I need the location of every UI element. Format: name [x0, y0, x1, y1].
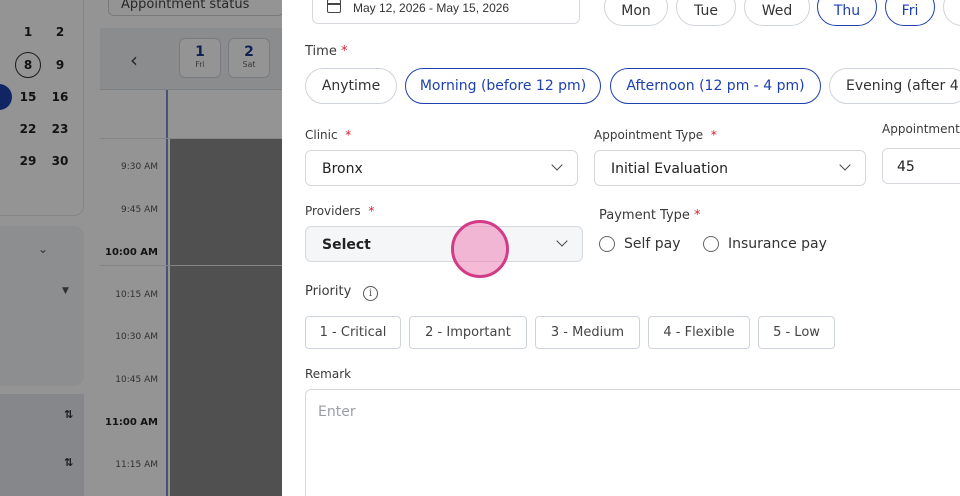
modal-backdrop[interactable]: [0, 0, 282, 496]
time-option-anytime[interactable]: Anytime: [305, 68, 397, 104]
payment-self-pay-radio[interactable]: Self pay: [599, 236, 681, 252]
time-label-text: Time: [305, 44, 337, 59]
priority-option-label: 2 - Important: [425, 325, 511, 340]
priority-low[interactable]: 5 - Low: [758, 316, 835, 349]
radio-circle: [703, 236, 719, 252]
required-mark: *: [694, 208, 701, 223]
weekday-label: Wed: [761, 3, 793, 19]
priority-important[interactable]: 2 - Important: [409, 316, 527, 349]
chevron-down-icon: [551, 159, 563, 171]
weekday-label: Thu: [833, 3, 861, 19]
chevron-down-icon: [839, 159, 851, 171]
weekday-label: Tue: [694, 3, 718, 19]
weekday-sat-partial[interactable]: [943, 0, 960, 26]
time-option-label: Afternoon (12 pm - 4 pm): [626, 78, 805, 94]
appointment-type-label-text: Appointment Type: [594, 128, 704, 142]
clinic-label-text: Clinic: [305, 128, 338, 142]
appointment-type-value: Initial Evaluation: [611, 161, 729, 177]
priority-label: Priority: [305, 284, 351, 299]
weekday-wed[interactable]: Wed: [744, 0, 810, 26]
appointment-type-label: Appointment Type *: [594, 128, 717, 142]
radio-circle: [599, 236, 615, 252]
clinic-value: Bronx: [322, 161, 363, 177]
priority-flexible[interactable]: 4 - Flexible: [648, 316, 750, 349]
weekday-mon[interactable]: Mon: [604, 0, 668, 26]
weekday-thu[interactable]: Thu: [817, 0, 877, 26]
priority-label-text: Priority: [305, 284, 352, 299]
priority-option-label: 3 - Medium: [550, 325, 625, 340]
appointment-duration-label: Appointment: [882, 122, 960, 136]
clinic-label: Clinic *: [305, 128, 351, 142]
time-label: Time *: [305, 44, 347, 59]
required-mark: *: [710, 128, 717, 142]
priority-critical[interactable]: 1 - Critical: [305, 316, 401, 349]
payment-insurance-pay-radio[interactable]: Insurance pay: [703, 236, 827, 252]
time-option-evening[interactable]: Evening (after 4: [829, 68, 960, 104]
weekday-fri[interactable]: Fri: [885, 0, 935, 26]
clinic-select[interactable]: Bronx: [305, 150, 578, 186]
chevron-down-icon: [556, 235, 568, 247]
weekday-label: Mon: [621, 3, 651, 19]
required-mark: *: [345, 128, 352, 142]
appointment-type-select[interactable]: Initial Evaluation: [594, 150, 866, 186]
radio-label: Self pay: [624, 236, 681, 252]
required-mark: *: [340, 44, 348, 59]
priority-medium[interactable]: 3 - Medium: [535, 316, 640, 349]
info-icon[interactable]: i: [363, 286, 378, 301]
providers-value: Select: [322, 237, 371, 253]
priority-option-label: 4 - Flexible: [663, 325, 735, 340]
appointment-duration-label-text: Appointment: [882, 122, 960, 136]
weekday-label: Fri: [901, 3, 919, 19]
radio-label: Insurance pay: [728, 236, 827, 252]
time-option-label: Anytime: [321, 78, 381, 94]
providers-select[interactable]: Select: [305, 226, 583, 262]
time-option-morning[interactable]: Morning (before 12 pm): [405, 68, 601, 104]
priority-option-label: 5 - Low: [773, 325, 820, 340]
required-mark: *: [368, 204, 375, 218]
appointment-request-panel: May 12, 2026 - May 15, 2026 Mon Tue Wed …: [282, 0, 960, 496]
remark-placeholder: Enter: [318, 404, 356, 420]
payment-type-label: Payment Type *: [599, 208, 701, 223]
remark-label: Remark: [305, 367, 351, 381]
priority-option-label: 1 - Critical: [319, 325, 387, 340]
remark-textarea[interactable]: Enter: [305, 389, 960, 496]
providers-label: Providers *: [305, 204, 374, 218]
date-range-value: May 12, 2026 - May 15, 2026: [353, 1, 510, 15]
appointment-duration-input[interactable]: 45: [882, 148, 960, 184]
appointment-duration-value: 45: [897, 159, 915, 175]
date-range-field[interactable]: May 12, 2026 - May 15, 2026: [312, 0, 580, 24]
calendar-icon: [327, 0, 341, 13]
remark-label-text: Remark: [305, 367, 352, 381]
time-option-label: Morning (before 12 pm): [419, 78, 587, 94]
providers-label-text: Providers: [305, 204, 361, 218]
weekday-tue[interactable]: Tue: [676, 0, 736, 26]
click-indicator: [451, 220, 509, 278]
payment-type-label-text: Payment Type: [599, 208, 690, 223]
time-option-label: Evening (after 4: [846, 78, 959, 94]
time-option-afternoon[interactable]: Afternoon (12 pm - 4 pm): [610, 68, 821, 104]
